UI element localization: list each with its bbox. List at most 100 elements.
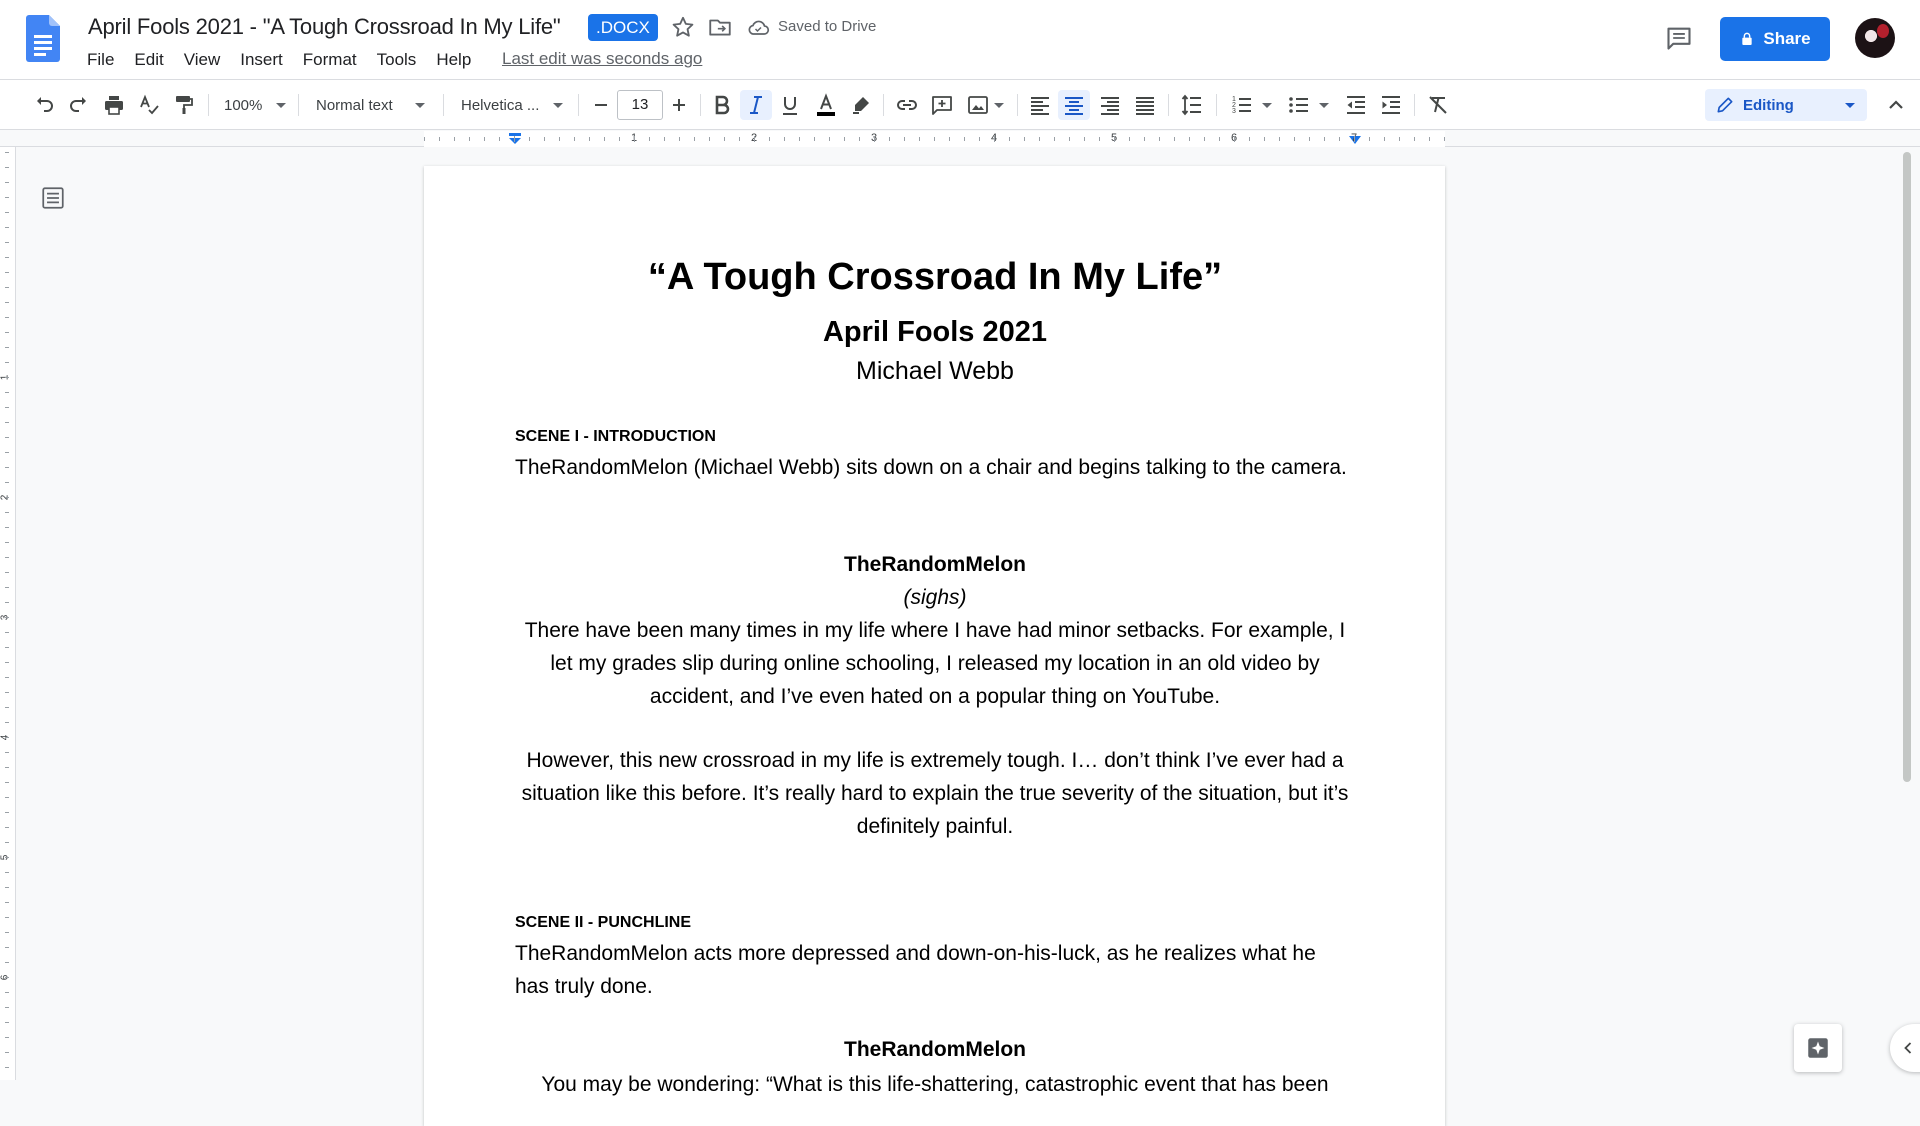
undo-icon[interactable] — [30, 90, 58, 120]
vertical-ruler[interactable]: 1 2 3 4 5 6 — [0, 147, 16, 1080]
hide-menus-chevron-up-icon[interactable] — [1882, 90, 1910, 120]
paragraph-style-select[interactable]: Normal text — [308, 90, 433, 120]
ruler-tick — [1189, 137, 1190, 141]
share-button[interactable]: Share — [1720, 17, 1830, 61]
ruler-tick — [559, 137, 560, 141]
zoom-select[interactable]: 100% — [218, 90, 288, 120]
font-size-input[interactable]: 13 — [617, 90, 663, 120]
vertical-ruler-tick — [5, 542, 9, 543]
menu-insert[interactable]: Insert — [240, 50, 283, 70]
document-outline-icon[interactable] — [40, 185, 66, 211]
editing-mode-select[interactable]: Editing — [1705, 89, 1867, 121]
vertical-ruler-tick — [5, 677, 9, 678]
script-title: “A Tough Crossroad In My Life” — [647, 256, 1223, 298]
highlight-color-icon[interactable] — [847, 90, 875, 120]
move-folder-icon[interactable] — [707, 14, 733, 40]
numbered-list-button[interactable]: 123 — [1226, 90, 1276, 120]
chevron-down-icon — [553, 102, 564, 108]
paint-format-icon[interactable] — [170, 90, 198, 120]
clear-formatting-icon[interactable] — [1424, 90, 1452, 120]
add-comment-icon[interactable] — [928, 90, 956, 120]
insert-link-icon[interactable] — [893, 90, 921, 120]
vertical-ruler-tick — [5, 797, 9, 798]
explore-button[interactable] — [1794, 1024, 1842, 1072]
side-panel-toggle[interactable] — [1890, 1024, 1920, 1072]
menu-edit[interactable]: Edit — [134, 50, 163, 70]
title-bar: April Fools 2021 - "A Tough Crossroad In… — [0, 0, 1920, 80]
align-right-icon[interactable] — [1096, 90, 1124, 120]
insert-image-button[interactable] — [963, 90, 1007, 120]
text-color-button[interactable] — [812, 90, 840, 120]
menu-file[interactable]: File — [87, 50, 114, 70]
decrease-indent-icon[interactable] — [1342, 90, 1370, 120]
ruler-tick — [454, 137, 455, 141]
ruler-tick — [1249, 137, 1250, 141]
vertical-ruler-tick — [5, 332, 9, 333]
ruler-tick — [1339, 137, 1340, 141]
document-title[interactable]: April Fools 2021 - "A Tough Crossroad In… — [88, 14, 561, 40]
ruler-tick — [1039, 137, 1040, 141]
menu-help[interactable]: Help — [436, 50, 471, 70]
ruler-tick — [994, 136, 995, 142]
line-spacing-icon[interactable] — [1178, 90, 1206, 120]
vertical-ruler-tick — [5, 257, 9, 258]
ruler-tick — [859, 137, 860, 141]
menu-tools[interactable]: Tools — [377, 50, 417, 70]
left-indent-marker-icon[interactable] — [508, 133, 522, 145]
comments-icon[interactable] — [1665, 24, 1693, 52]
ruler-tick — [1399, 137, 1400, 141]
decrease-font-size-button[interactable] — [588, 90, 614, 120]
vertical-ruler-tick — [5, 692, 9, 693]
align-center-icon[interactable] — [1058, 90, 1090, 120]
vertical-ruler-tick — [5, 212, 9, 213]
ruler-tick — [1009, 137, 1010, 141]
menu-format[interactable]: Format — [303, 50, 357, 70]
vertical-ruler-tick — [5, 752, 9, 753]
bulleted-list-button[interactable] — [1283, 90, 1333, 120]
document-page[interactable]: “A Tough Crossroad In My Life” April Foo… — [424, 166, 1445, 1126]
last-edit-link[interactable]: Last edit was seconds ago — [502, 49, 702, 69]
ruler-tick — [619, 137, 620, 141]
bold-button[interactable] — [708, 90, 736, 120]
chevron-down-icon — [1262, 102, 1272, 108]
vertical-ruler-tick — [5, 392, 9, 393]
redo-icon[interactable] — [65, 90, 93, 120]
spellcheck-icon[interactable] — [135, 90, 163, 120]
underline-button[interactable] — [776, 90, 804, 120]
menu-view[interactable]: View — [184, 50, 221, 70]
cloud-saved-icon[interactable] — [746, 16, 770, 38]
increase-indent-icon[interactable] — [1377, 90, 1405, 120]
italic-button[interactable] — [740, 90, 772, 120]
increase-font-size-button[interactable] — [666, 90, 692, 120]
chevron-down-icon — [1845, 102, 1855, 108]
vertical-ruler-tick — [5, 857, 9, 858]
ruler-tick — [679, 137, 680, 141]
save-status[interactable]: Saved to Drive — [778, 18, 876, 35]
vertical-ruler-tick — [5, 302, 9, 303]
vertical-ruler-tick — [5, 767, 9, 768]
font-select[interactable]: Helvetica ... — [453, 90, 578, 120]
ruler-tick — [949, 137, 950, 141]
vertical-scrollbar[interactable] — [1903, 152, 1911, 782]
docs-logo-icon[interactable] — [26, 15, 60, 62]
vertical-ruler-tick — [5, 647, 9, 648]
horizontal-ruler[interactable]: 1 2 3 4 5 6 7 — [0, 131, 1920, 147]
ruler-tick — [664, 137, 665, 141]
ruler-tick — [1369, 137, 1370, 141]
star-icon[interactable] — [670, 14, 696, 40]
vertical-ruler-tick — [5, 167, 9, 168]
chevron-down-icon — [276, 102, 287, 108]
bulleted-list-icon — [1289, 97, 1308, 113]
vertical-ruler-tick — [5, 527, 9, 528]
align-left-icon[interactable] — [1026, 90, 1054, 120]
ruler-tick — [1219, 137, 1220, 141]
ruler-tick — [724, 137, 725, 141]
vertical-ruler-tick — [5, 407, 9, 408]
vertical-ruler-tick — [5, 287, 9, 288]
justify-icon[interactable] — [1131, 90, 1159, 120]
dialogue: There have been many times in my life wh… — [524, 619, 1346, 708]
ruler-tick — [694, 137, 695, 141]
vertical-ruler-tick — [5, 1037, 9, 1038]
account-avatar[interactable] — [1855, 18, 1895, 58]
print-icon[interactable] — [100, 90, 128, 120]
